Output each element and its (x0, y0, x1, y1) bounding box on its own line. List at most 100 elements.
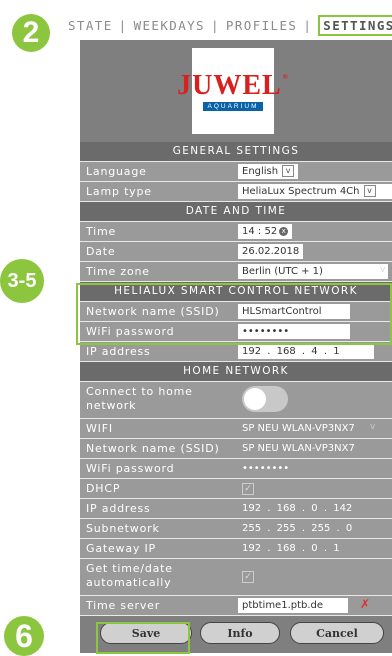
home-password-input[interactable]: •••••••• (238, 461, 293, 476)
nav-weekdays[interactable]: WEEKDAYS (134, 18, 205, 33)
nav-separator: | (118, 17, 128, 33)
info-button[interactable]: Info (200, 622, 280, 644)
ip-octet: 0 (345, 523, 353, 534)
chevron-down-icon: v (363, 185, 376, 197)
nav-separator: | (210, 17, 220, 33)
helialux-password-label: WiFi password (86, 325, 175, 338)
row-home-ip: IP address 192 . 168 . 0 . 142 (80, 499, 392, 519)
logo-reg: ® (282, 72, 289, 81)
button-row: Save Info Cancel (80, 622, 392, 650)
step-badge-2: 2 (12, 14, 50, 52)
home-ssid-input[interactable]: SP NEU WLAN-VP3NX7 (238, 441, 359, 456)
wifi-label: WIFI (86, 422, 113, 435)
lamp-type-label: Lamp type (86, 185, 152, 198)
check-icon[interactable]: ✓ (242, 571, 254, 583)
row-gateway: Gateway IP 192 . 168 . 0 . 1 (80, 539, 392, 559)
nav-separator: | (303, 17, 313, 33)
chevron-down-icon: v (380, 265, 386, 275)
row-wifi: WIFI SP NEU WLAN-VP3NX7 v (80, 419, 392, 439)
section-date-time: DATE AND TIME (80, 202, 392, 222)
ip-octet: 4 (311, 346, 318, 357)
settings-table: GENERAL SETTINGS Language English v Lamp … (80, 142, 392, 616)
time-input[interactable]: 14 : 52 x (238, 224, 293, 239)
save-button[interactable]: Save (100, 622, 192, 644)
gateway-input[interactable]: 192 . 168 . 0 . 1 (238, 541, 344, 556)
dhcp-label: DHCP (86, 482, 121, 495)
home-ip-input[interactable]: 192 . 168 . 0 . 142 (238, 501, 356, 516)
home-ssid-label: Network name (SSID) (86, 442, 220, 455)
row-auto-time: Get time/date automatically ✓ (80, 559, 392, 596)
time-server-input[interactable]: ptbtime1.ptb.de (238, 598, 348, 613)
row-time-server: Time server ptbtime1.ptb.de ✗ (80, 596, 392, 616)
ip-octet: 168 (276, 543, 296, 554)
connect-home-toggle[interactable] (242, 386, 288, 412)
time-zone-select[interactable]: Berlin (UTC + 1) (238, 264, 388, 279)
logo-brand: JUWEL (177, 69, 282, 101)
date-label: Date (86, 245, 116, 258)
wifi-select[interactable]: SP NEU WLAN-VP3NX7 (238, 421, 359, 436)
time-label: Time (86, 225, 117, 238)
row-time-zone: Time zone Berlin (UTC + 1) v (80, 262, 392, 282)
ip-octet: 168 (276, 346, 296, 357)
ip-octet: 0 (311, 543, 318, 554)
language-label: Language (86, 165, 147, 178)
date-input[interactable]: 26.02.2018 (238, 244, 304, 259)
home-ip-label: IP address (86, 502, 151, 515)
ip-octet: 1 (333, 346, 340, 357)
section-helialux-network: HELIALUX SMART CONTROL NETWORK (80, 282, 392, 302)
subnet-label: Subnetwork (86, 522, 160, 535)
chevron-down-icon: v (370, 422, 376, 432)
ip-octet: 255 (276, 523, 296, 534)
step-badge-6: 6 (4, 616, 44, 656)
helialux-password-input[interactable]: •••••••• (238, 324, 350, 339)
juwel-logo: JUWEL ® AQUARIUM (177, 48, 288, 134)
row-time: Time 14 : 52 x (80, 222, 392, 242)
ip-octet: 192 (242, 503, 262, 514)
ip-octet: 142 (333, 503, 353, 514)
helialux-ssid-input[interactable]: HLSmartControl (238, 304, 350, 319)
helialux-ip-input[interactable]: 192 . 168 . 4 . 1 (238, 344, 374, 359)
row-language: Language English v (80, 162, 392, 182)
row-subnet: Subnetwork 255 . 255 . 255 . 0 (80, 519, 392, 539)
row-helialux-ssid: Network name (SSID) HLSmartControl (80, 302, 392, 322)
subnet-input[interactable]: 255 . 255 . 255 . 0 (238, 521, 356, 536)
language-select[interactable]: English v (238, 164, 299, 179)
row-home-ssid: Network name (SSID) SP NEU WLAN-VP3NX7 (80, 439, 392, 459)
cancel-button[interactable]: Cancel (290, 622, 384, 644)
ip-octet: 255 (242, 523, 262, 534)
nav-profiles[interactable]: PROFILES (226, 18, 297, 33)
row-lamp-type: Lamp type HeliaLux Spectrum 4Ch v (80, 182, 392, 202)
row-connect-home: Connect to home network (80, 382, 392, 419)
lamp-type-select[interactable]: HeliaLux Spectrum 4Ch v (238, 184, 392, 199)
language-value: English (242, 166, 279, 177)
section-home-network: HOME NETWORK (80, 362, 392, 382)
step-badge-3-5: 3-5 (0, 259, 44, 303)
helialux-ip-label: IP address (86, 345, 151, 358)
lamp-type-value: HeliaLux Spectrum 4Ch (242, 186, 360, 197)
row-date: Date 26.02.2018 (80, 242, 392, 262)
connect-home-label: Connect to home network (86, 385, 193, 412)
time-zone-label: Time zone (86, 265, 150, 278)
chevron-down-icon: v (282, 165, 295, 177)
helialux-ssid-label: Network name (SSID) (86, 305, 220, 318)
row-helialux-password: WiFi password •••••••• (80, 322, 392, 342)
ip-octet: 255 (311, 523, 331, 534)
gateway-label: Gateway IP (86, 542, 156, 555)
clear-icon[interactable]: x (279, 226, 289, 236)
check-icon[interactable]: ✓ (242, 483, 254, 495)
time-value: 14 : 52 (242, 226, 278, 237)
nav-settings[interactable]: SETTINGS (318, 14, 392, 36)
home-password-label: WiFi password (86, 462, 175, 475)
time-server-label: Time server (86, 599, 161, 612)
error-x-icon: ✗ (360, 597, 371, 611)
auto-time-label: Get time/date automatically (86, 562, 173, 589)
top-navigation: STATE | WEEKDAYS | PROFILES | SETTINGS (68, 14, 392, 36)
ip-octet: 168 (276, 503, 296, 514)
settings-panel: JUWEL ® AQUARIUM GENERAL SETTINGS Langua… (80, 40, 392, 653)
ip-octet: 0 (311, 503, 318, 514)
ip-octet: 192 (242, 346, 262, 357)
section-general-settings: GENERAL SETTINGS (80, 142, 392, 162)
nav-state[interactable]: STATE (68, 18, 113, 33)
row-home-password: WiFi password •••••••• (80, 459, 392, 479)
row-helialux-ip: IP address 192 . 168 . 4 . 1 (80, 342, 392, 362)
